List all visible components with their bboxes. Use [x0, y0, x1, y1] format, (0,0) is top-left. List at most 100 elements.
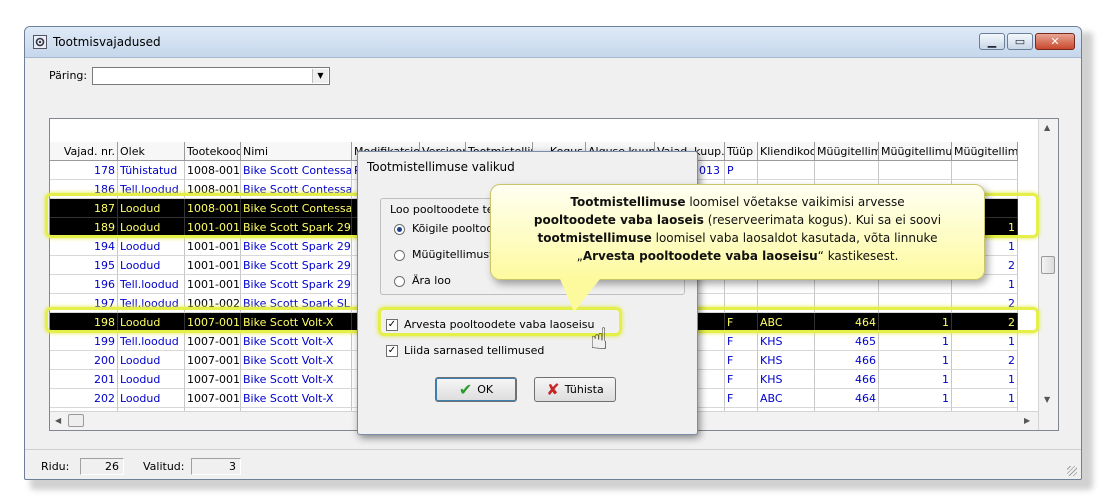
cell-name: Bike Scott Volt-X — [241, 332, 352, 351]
cell-sales-order-3: 1 — [952, 389, 1018, 408]
column-header-10[interactable]: Tüüp — [725, 142, 758, 161]
cell-product-code: 1007-001 — [185, 351, 241, 370]
radio-do-not-create[interactable] — [394, 276, 405, 287]
cell-sales-order: 464 — [815, 389, 879, 408]
column-header-0[interactable]: Vajad. nr. — [50, 142, 118, 161]
cell-need-nr: 178 — [50, 161, 118, 180]
cell-status: Tell.loodud — [118, 332, 185, 351]
hand-pointer-icon: ☝ — [590, 322, 609, 357]
cell-sales-order-2: 1 — [879, 389, 952, 408]
column-header-11[interactable]: Kliendikood — [758, 142, 815, 161]
column-header-14[interactable]: Müügitellimus — [952, 142, 1018, 161]
cell-client-code: ABC — [758, 389, 815, 408]
cell-client-code: KHS — [758, 370, 815, 389]
cell-name: Bike Scott Volt-X — [241, 389, 352, 408]
cell-product-code: 1007-001 — [185, 370, 241, 389]
ok-label: OK — [477, 383, 494, 396]
cell-name: Bike Scott Contessa — [241, 161, 352, 180]
cell-product-code: 1001-001 — [185, 275, 241, 294]
checkbox-merge-orders[interactable]: ✓ — [386, 345, 398, 357]
cell-status: Loodud — [118, 389, 185, 408]
column-header-3[interactable]: Nimi — [241, 142, 352, 161]
callout-line-1: Tootmistellimuse loomisel võetakse vaiki… — [570, 195, 905, 209]
cell-sales-order — [815, 161, 879, 180]
chevron-down-icon[interactable]: ▼ — [312, 69, 328, 83]
cell-product-code: 1008-001 — [185, 161, 241, 180]
title-bar[interactable]: Tootmisvajadused ▁ ▭ ✕ — [25, 27, 1081, 58]
cell-product-code: 1001-001 — [185, 237, 241, 256]
window-controls: ▁ ▭ ✕ — [977, 33, 1075, 50]
horizontal-scroll-thumb[interactable] — [68, 414, 84, 427]
merge-orders-label[interactable]: Liida sarnased tellimused — [404, 344, 544, 357]
cell-sales-order: 465 — [815, 332, 879, 351]
cell-status: Tühistatud — [118, 161, 185, 180]
vertical-scrollbar[interactable]: ▲ ▼ — [1038, 119, 1058, 430]
cell-sales-order-3: 1 — [952, 332, 1018, 351]
cell-status: Loodud — [118, 237, 185, 256]
cell-type: F — [725, 351, 758, 370]
cell-name: Bike Scott Volt-X — [241, 351, 352, 370]
cell-name: Bike Scott Spark 29 — [241, 275, 352, 294]
cell-name: Bike Scott Spark 29 — [241, 256, 352, 275]
callout-pointer — [560, 279, 600, 312]
column-header-1[interactable]: Olek — [118, 142, 185, 161]
maximize-button[interactable]: ▭ — [1007, 33, 1033, 50]
cell-type: F — [725, 370, 758, 389]
scroll-right-icon[interactable]: ▶ — [1024, 416, 1030, 425]
query-select[interactable]: ▼ — [92, 67, 330, 85]
callout-line-4: „Arvesta pooltoodete vaba laoseisu“ kast… — [576, 249, 899, 263]
cell-need-nr: 196 — [50, 275, 118, 294]
scroll-up-icon[interactable]: ▲ — [1044, 123, 1050, 132]
vertical-scroll-thumb[interactable] — [1041, 256, 1055, 274]
query-label: Päring: — [49, 69, 88, 82]
cell-sales-order: 466 — [815, 370, 879, 389]
column-header-12[interactable]: Müügitellimus — [815, 142, 879, 161]
callout-line-3: tootmistellimuse loomisel vaba laosaldot… — [537, 231, 938, 245]
radio-all-semi-products[interactable] — [394, 224, 405, 235]
cell-status: Loodud — [118, 351, 185, 370]
cell-status: Loodud — [118, 256, 185, 275]
selected-count-label: Valitud: — [143, 460, 185, 473]
ok-button[interactable]: ✔ OK — [435, 377, 517, 402]
cell-need-nr: 200 — [50, 351, 118, 370]
cell-need-nr: 199 — [50, 332, 118, 351]
cell-name: Bike Scott Volt-X — [241, 370, 352, 389]
option-do-not-create[interactable]: Ära loo — [412, 274, 451, 287]
option-all-semi-products[interactable]: Kõigile pooltood — [412, 222, 500, 235]
cell-need-nr: 202 — [50, 389, 118, 408]
window-title: Tootmisvajadused — [53, 35, 161, 49]
selected-count-value: 3 — [191, 458, 241, 475]
cross-icon: ✘ — [546, 380, 560, 399]
cell-sales-order-2 — [879, 161, 952, 180]
option-sales-orders[interactable]: Müügitellimuste — [412, 248, 500, 261]
column-header-13[interactable]: Müügitellimus — [879, 142, 952, 161]
status-bar: Ridu: 26 Valitud: 3 — [25, 449, 1081, 479]
cell-sales-order: 466 — [815, 351, 879, 370]
gear-icon — [33, 35, 47, 49]
cell-name: Bike Scott Spark 29 — [241, 237, 352, 256]
rows-count-value: 26 — [80, 458, 124, 475]
scroll-down-icon[interactable]: ▼ — [1044, 395, 1050, 404]
maximize-icon: ▭ — [1014, 35, 1026, 48]
cell-sales-order-2: 1 — [879, 332, 952, 351]
cancel-button[interactable]: ✘ Tühista — [534, 377, 616, 402]
cell-sales-order-2: 1 — [879, 370, 952, 389]
scroll-left-icon[interactable]: ◀ — [55, 416, 61, 425]
close-icon: ✕ — [1050, 35, 1060, 48]
callout-line-2: pooltoodete vaba laoseis (reserveerimata… — [533, 213, 942, 227]
cell-need-nr: 195 — [50, 256, 118, 275]
column-header-2[interactable]: Tootekood — [185, 142, 241, 161]
cell-status: Loodud — [118, 370, 185, 389]
group-label: Loo pooltoodete te — [388, 203, 496, 216]
rows-count-label: Ridu: — [41, 460, 70, 473]
minimize-button[interactable]: ▁ — [979, 33, 1005, 50]
radio-sales-orders[interactable] — [394, 250, 405, 261]
close-button[interactable]: ✕ — [1035, 33, 1075, 50]
resize-grip-icon[interactable] — [1067, 466, 1077, 476]
cell-sales-order-2: 1 — [879, 351, 952, 370]
cell-need-nr: 201 — [50, 370, 118, 389]
cancel-label: Tühista — [564, 383, 604, 396]
cell-type: F — [725, 389, 758, 408]
cell-product-code: 1001-001 — [185, 256, 241, 275]
cell-type: P — [725, 161, 758, 180]
